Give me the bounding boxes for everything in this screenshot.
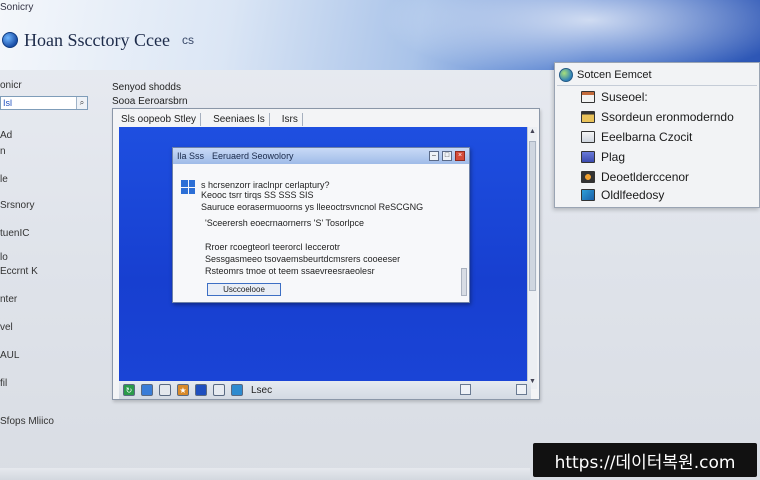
dialog-line: Rroer rcoegteorl teerorcl Ieccerotr xyxy=(205,242,341,252)
context-menu-item[interactable]: Ssordeun eronmoderndo xyxy=(581,109,734,125)
sidebar-item[interactable]: onicr xyxy=(0,80,22,91)
bottom-strip xyxy=(0,468,530,480)
close-icon[interactable]: × xyxy=(455,151,465,161)
dialog-line: Sessgasmeeo tsovaemsbeurtdcmsrers cooees… xyxy=(205,254,401,264)
header-top-left-text: Sonicry xyxy=(0,2,34,13)
folder-icon[interactable] xyxy=(141,384,153,396)
context-menu-item-label: Suseoel: xyxy=(601,90,648,104)
context-menu: Sotcen Eemcet Suseoel: Ssordeun eronmode… xyxy=(554,62,760,208)
context-menu-item[interactable]: Deoetlderccenor xyxy=(581,169,689,185)
globe-icon xyxy=(559,68,573,82)
sidebar-item[interactable]: fil xyxy=(0,378,7,389)
watermark: https://데이터복원.com xyxy=(533,443,757,477)
app-title: Hoan Sscctory Ccee xyxy=(24,29,170,50)
sidebar-item[interactable]: lo xyxy=(0,252,8,263)
app-title-bar: Hoan Sscctory Ccee cs xyxy=(0,20,194,60)
search-icon[interactable]: ⌕ xyxy=(76,97,87,109)
dialog-line: Rsteomrs tmoe ot teem ssaevreesraeolesr xyxy=(205,266,375,276)
maximize-icon[interactable]: □ xyxy=(442,151,452,161)
sidebar-item[interactable]: Sfops Mliico xyxy=(0,416,54,427)
dialog-controls: – □ × xyxy=(429,151,465,161)
window-icon xyxy=(581,151,595,163)
main-window-tabs: Sls oopeob Stley Seeniaes ls Isrs xyxy=(117,111,303,127)
dialog-scrollbar[interactable] xyxy=(461,268,467,296)
window-icon[interactable] xyxy=(195,384,207,396)
notepad-icon xyxy=(581,91,595,103)
sidebar-item[interactable]: le xyxy=(0,174,8,185)
sidebar-item[interactable]: Ad xyxy=(0,130,12,141)
sidebar-item[interactable]: Srsnory xyxy=(0,200,34,211)
main-window-sublabel: Sooa Eeroarsbrn xyxy=(112,96,188,107)
settings-icon xyxy=(581,189,595,201)
context-menu-header: Sotcen Eemcet xyxy=(559,66,652,84)
taskbar-checkbox[interactable] xyxy=(460,384,471,395)
context-menu-item-label: Oldlfeedosy xyxy=(601,188,665,202)
context-menu-divider xyxy=(557,85,757,86)
dialog-title-right: Eeruaerd Seowolory xyxy=(212,151,294,161)
dialog-line: Sauruce eorasermuoorns ys lleeoctrsvncno… xyxy=(201,202,424,212)
dialog-window: Ila Sss Eeruaerd Seowolory – □ × s hcrse… xyxy=(172,147,470,303)
network-icon[interactable] xyxy=(231,384,243,396)
sidebar-item[interactable]: AUL xyxy=(0,350,19,361)
tab-2[interactable]: Seeniaes ls xyxy=(209,112,270,126)
main-window-label: Senyod shodds xyxy=(112,82,181,93)
sidebar-item[interactable]: tuenIC xyxy=(0,228,29,239)
document-icon xyxy=(581,131,595,143)
window-taskbar: ↻ ★ Lsec xyxy=(119,381,531,399)
refresh-icon[interactable]: ↻ xyxy=(123,384,135,396)
context-menu-title: Sotcen Eemcet xyxy=(577,69,652,81)
context-menu-item-label: Eeelbarna Czocit xyxy=(601,130,693,144)
main-scrollbar[interactable]: ▲ ▼ xyxy=(527,127,537,389)
tab-1[interactable]: Sls oopeob Stley xyxy=(117,112,202,126)
sidebar-item[interactable]: nter xyxy=(0,294,17,305)
dialog-titlebar[interactable]: Ila Sss Eeruaerd Seowolory xyxy=(173,148,469,164)
app-title-suffix: cs xyxy=(181,33,194,47)
dialog-line: 'Sceerersh eoecrnaornerrs 'S' Tosorlpce xyxy=(205,218,365,228)
dialog-line: Keooc tsrr tirqs SS SSS SIS xyxy=(201,190,314,200)
app-logo-icon xyxy=(2,32,18,48)
context-menu-item-label: Plag xyxy=(601,150,626,164)
context-menu-item[interactable]: Oldlfeedosy xyxy=(581,187,664,203)
star-icon[interactable]: ★ xyxy=(177,384,189,396)
context-menu-item[interactable]: Eeelbarna Czocit xyxy=(581,129,692,145)
context-menu-item-label: Ssordeun eronmoderndo xyxy=(601,110,734,124)
left-sidebar: onicr Isl ⌕ Ad n le Srsnory tuenIC lo Ec… xyxy=(0,70,100,480)
dialog-title-left: Ila Sss xyxy=(177,151,205,161)
sidebar-search-input[interactable]: Isl xyxy=(0,96,88,110)
taskbar-label[interactable]: Lsec xyxy=(251,385,272,396)
windows-logo-icon xyxy=(181,180,195,194)
folder-icon xyxy=(581,111,595,123)
taskbar-checkbox-2[interactable] xyxy=(516,384,527,395)
scroll-up-icon[interactable]: ▲ xyxy=(528,127,537,137)
tab-3[interactable]: Isrs xyxy=(278,112,303,126)
dialog-ok-button[interactable]: Usccoelooe xyxy=(207,283,281,296)
minimize-icon[interactable]: – xyxy=(429,151,439,161)
sidebar-item[interactable]: Eccrnt K xyxy=(0,266,38,277)
sidebar-item[interactable]: vel xyxy=(0,322,13,333)
media-icon xyxy=(581,171,595,183)
context-menu-item[interactable]: Suseoel: xyxy=(581,89,648,105)
scrollbar-thumb[interactable] xyxy=(529,141,536,291)
context-menu-item-label: Deoetlderccenor xyxy=(601,170,690,184)
image-icon[interactable] xyxy=(213,384,225,396)
context-menu-item[interactable]: Plag xyxy=(581,149,625,165)
sidebar-item[interactable]: n xyxy=(0,146,6,157)
dialog-line: s hcrsenzorr iraclnpr cerlaptury? xyxy=(201,180,330,190)
document-icon[interactable] xyxy=(159,384,171,396)
